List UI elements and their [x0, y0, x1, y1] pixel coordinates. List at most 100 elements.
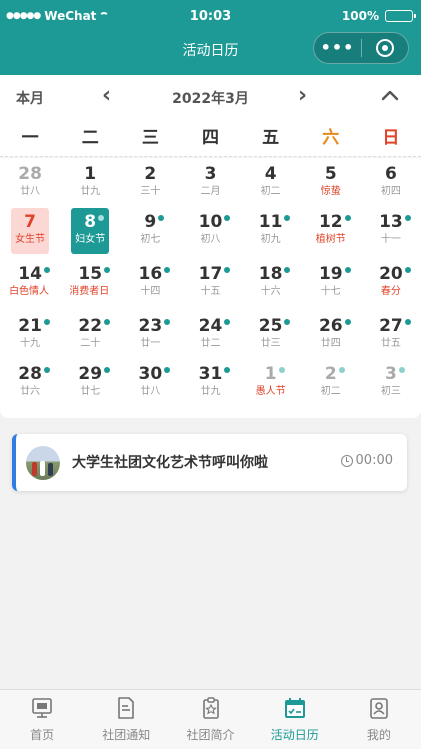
day-subtitle: 白色情人: [9, 286, 50, 297]
calendar-day[interactable]: 24 廿二: [180, 310, 240, 358]
calendar-day[interactable]: 4 初二: [241, 158, 301, 206]
event-dot-icon: [278, 367, 285, 373]
calendar-day[interactable]: 29 廿七: [60, 358, 120, 408]
calendar-day[interactable]: 18 十六: [241, 258, 301, 310]
day-number-text: 11: [258, 212, 283, 232]
calendar-day[interactable]: 23 廿一: [120, 310, 180, 358]
calendar-day[interactable]: 16 十四: [120, 258, 180, 310]
top-bar: ●●●●● WeChat 10:03 100% 活动日历 •••: [0, 0, 421, 75]
day-subtitle: 初三: [380, 386, 401, 397]
event-dot-icon: [104, 267, 111, 273]
day-subtitle: 廿九: [80, 186, 101, 197]
weekday-label: 四: [201, 128, 219, 148]
day-subtitle: 初九: [260, 234, 281, 245]
calendar-day[interactable]: 27 廿五: [361, 310, 421, 358]
calendar-day-selected[interactable]: 8 妇女节: [60, 206, 120, 258]
calendar-day[interactable]: 3 二月: [180, 158, 240, 206]
day-number: 12: [319, 212, 351, 232]
day-number-text: 20: [379, 264, 403, 284]
event-dot-icon: [284, 267, 291, 273]
event-dot-icon: [224, 215, 231, 221]
day-subtitle: 十九: [20, 338, 41, 349]
event-dot-icon: [284, 215, 291, 221]
day-subtitle: 廿六: [20, 386, 41, 397]
next-month-icon[interactable]: ›: [298, 83, 307, 108]
day-number: 8: [84, 212, 105, 232]
day-subtitle: 十四: [140, 286, 161, 297]
day-number: 7: [24, 212, 36, 232]
calendar-day[interactable]: 5 惊蛰: [301, 158, 361, 206]
day-number-text: 5: [324, 164, 337, 184]
calendar-day[interactable]: 25 廿三: [241, 310, 301, 358]
tab-home[interactable]: 首页: [0, 690, 84, 749]
day-number: 25: [258, 316, 291, 336]
calendar-day[interactable]: 15 消费者日: [60, 258, 120, 310]
day-subtitle: 女生节: [15, 234, 46, 245]
day-subtitle: 惊蛰: [320, 186, 341, 197]
event-dot-icon: [338, 367, 345, 373]
notice-icon: [118, 697, 135, 719]
weekday-label: 一: [21, 128, 39, 148]
day-number-text: 28: [18, 364, 42, 384]
day-number: 14: [18, 264, 50, 284]
day-number-text: 8: [84, 212, 97, 232]
event-dot-icon: [164, 319, 171, 325]
day-number-text: 16: [138, 264, 163, 284]
day-number-text: 30: [138, 364, 163, 384]
day-subtitle: 二月: [200, 186, 221, 197]
day-subtitle: 妇女节: [75, 234, 106, 245]
status-bar: ●●●●● WeChat 10:03 100%: [0, 0, 421, 32]
day-number: 20: [379, 264, 411, 284]
day-number-text: 24: [198, 316, 223, 336]
tab-calendar[interactable]: 活动日历: [253, 690, 337, 749]
close-button[interactable]: [362, 39, 408, 57]
chevron-up-icon[interactable]: [380, 85, 400, 105]
day-number-text: 25: [258, 316, 283, 336]
calendar-day[interactable]: 22 二十: [60, 310, 120, 358]
calendar-day[interactable]: 9 初七: [120, 206, 180, 258]
calendar-day[interactable]: 11 初九: [241, 206, 301, 258]
tab-notice[interactable]: 社团通知: [84, 690, 168, 749]
calendar-day[interactable]: 21 十九: [0, 310, 60, 358]
more-button[interactable]: •••: [314, 33, 361, 63]
day-subtitle: 消费者日: [69, 286, 110, 297]
calendar-day[interactable]: 2 三十: [120, 158, 180, 206]
day-number-text: 14: [18, 264, 42, 284]
day-subtitle: 廿八: [20, 186, 41, 197]
battery-percent: 100%: [341, 9, 379, 23]
calendar-day[interactable]: 14 白色情人: [0, 258, 60, 310]
calendar-day-today[interactable]: 7 女生节: [0, 206, 60, 258]
calendar-day[interactable]: 20 春分: [361, 258, 421, 310]
event-dot-icon: [158, 215, 165, 221]
event-dot-icon: [43, 267, 50, 273]
tab-mine[interactable]: 我的: [337, 690, 421, 749]
day-subtitle: 愚人节: [255, 386, 286, 397]
tab-label: 我的: [366, 728, 391, 742]
day-number-text: 2: [144, 164, 157, 184]
tab-profile[interactable]: 社团简介: [168, 690, 252, 749]
calendar-day[interactable]: 26 廿四: [301, 310, 361, 358]
calendar-day[interactable]: 6 初四: [361, 158, 421, 206]
mini-program-capsule: •••: [313, 32, 409, 64]
day-subtitle: 廿四: [320, 338, 341, 349]
calendar-day[interactable]: 13 十一: [361, 206, 421, 258]
day-subtitle: 廿九: [200, 386, 221, 397]
calendar-day[interactable]: 1 愚人节: [241, 358, 301, 408]
calendar-day[interactable]: 10 初八: [180, 206, 240, 258]
day-number-text: 2: [324, 364, 337, 384]
clock-icon: [340, 454, 353, 467]
calendar-day[interactable]: 30 廿八: [120, 358, 180, 408]
day-subtitle: 十一: [380, 234, 401, 245]
calendar-day[interactable]: 31 廿九: [180, 358, 240, 408]
calendar-day[interactable]: 28 廿六: [0, 358, 60, 408]
day-number-text: 26: [318, 316, 343, 336]
calendar-day[interactable]: 28 廿八: [0, 158, 60, 206]
activity-card[interactable]: 大学生社团文化艺术节呼叫你啦 00:00: [12, 434, 407, 491]
calendar-day[interactable]: 17 十五: [180, 258, 240, 310]
day-number-text: 31: [198, 364, 223, 384]
calendar-day[interactable]: 19 十七: [301, 258, 361, 310]
calendar-day[interactable]: 2 初二: [301, 358, 361, 408]
calendar-day[interactable]: 1 廿九: [60, 158, 120, 206]
calendar-day[interactable]: 12 植树节: [301, 206, 361, 258]
calendar-day[interactable]: 3 初三: [361, 358, 421, 408]
